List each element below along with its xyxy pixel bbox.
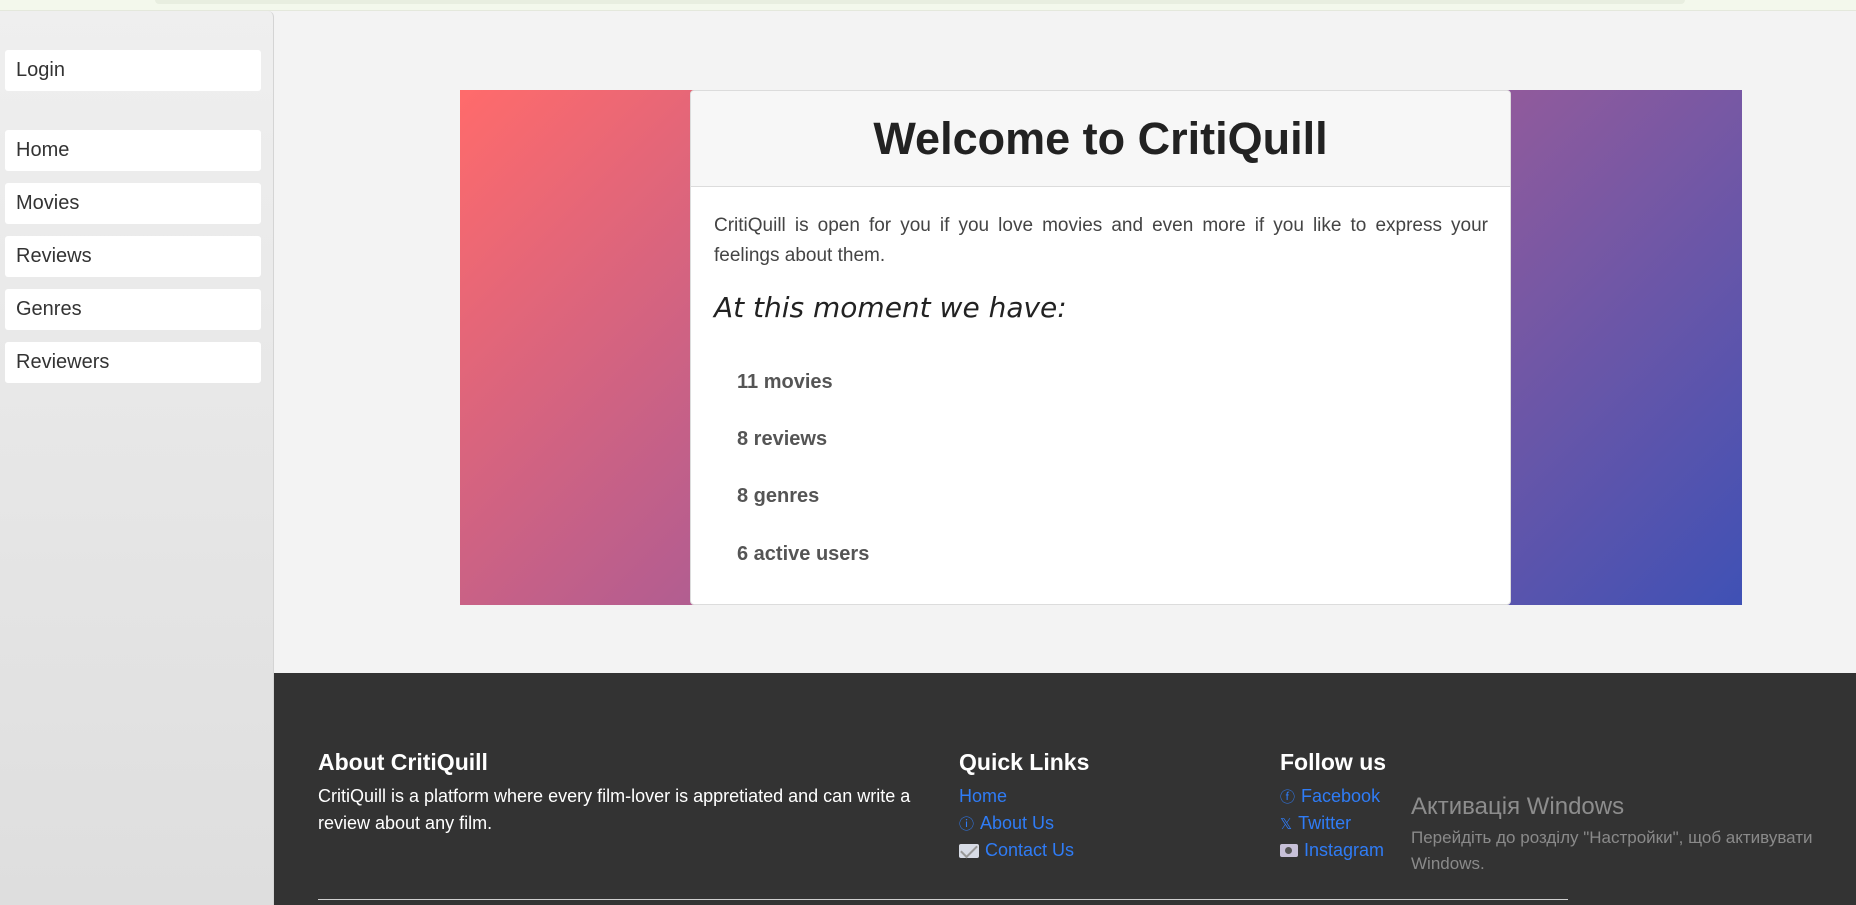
footer-link-contact-us[interactable]: Contact Us (959, 840, 1074, 861)
welcome-title: Welcome to CritiQuill (691, 91, 1510, 187)
mail-icon (959, 843, 979, 858)
footer-link-home-label: Home (959, 786, 1008, 806)
facebook-icon: ⓕ (1280, 789, 1296, 806)
stat-genres: 8 genres (737, 485, 820, 507)
footer-link-twitter-label: Twitter (1298, 813, 1352, 833)
footer-follow-title: Follow us (1280, 749, 1387, 775)
footer-link-contact-us-label: Contact Us (985, 840, 1075, 860)
sidebar-item-movies[interactable]: Movies (5, 183, 261, 224)
stat-reviews: 8 reviews (737, 428, 828, 450)
browser-top-strip (0, 0, 1856, 11)
footer-quick-links-title: Quick Links (959, 749, 1090, 775)
footer-about-text: CritiQuill is a platform where every fil… (318, 786, 911, 833)
watermark-title: Активація Windows (1411, 793, 1625, 820)
watermark-subtitle: Перейдіть до розділу "Настройки", щоб ак… (1411, 828, 1813, 873)
footer-link-instagram-label: Instagram (1304, 840, 1385, 860)
footer-divider (318, 899, 1568, 900)
stat-active-users: 6 active users (737, 543, 870, 565)
top-strip-bar (155, 0, 1685, 4)
sidebar-item-reviewers[interactable]: Reviewers (5, 342, 261, 383)
footer-link-facebook-label: Facebook (1301, 786, 1381, 806)
stat-movies: 11 movies (737, 371, 833, 393)
camera-icon (1280, 844, 1298, 857)
footer-link-twitter[interactable]: 𝕏 Twitter (1280, 813, 1351, 834)
welcome-card: Welcome to CritiQuill CritiQuill is open… (690, 90, 1511, 605)
sidebar-item-reviews[interactable]: Reviews (5, 236, 261, 277)
stats-heading: At this moment we have: (714, 291, 1067, 324)
sidebar-login-button[interactable]: Login (5, 50, 261, 91)
footer-link-facebook[interactable]: ⓕ Facebook (1280, 786, 1380, 807)
sidebar: Login Home Movies Reviews Genres Reviewe… (0, 11, 274, 905)
footer-link-about-us[interactable]: ⓘ About Us (959, 813, 1054, 834)
footer-link-instagram[interactable]: Instagram (1280, 840, 1384, 861)
welcome-intro-text: CritiQuill is open for you if you love m… (714, 215, 1488, 266)
sidebar-item-home[interactable]: Home (5, 130, 261, 171)
x-icon: 𝕏 (1280, 815, 1293, 833)
sidebar-item-genres[interactable]: Genres (5, 289, 261, 330)
footer-link-home[interactable]: Home (959, 786, 1007, 807)
windows-activation-watermark: Активація Windows Перейдіть до розділу "… (1411, 793, 1851, 877)
footer-link-about-us-label: About Us (980, 813, 1055, 833)
info-icon: ⓘ (959, 816, 975, 833)
footer-about-title: About CritiQuill (318, 749, 488, 775)
